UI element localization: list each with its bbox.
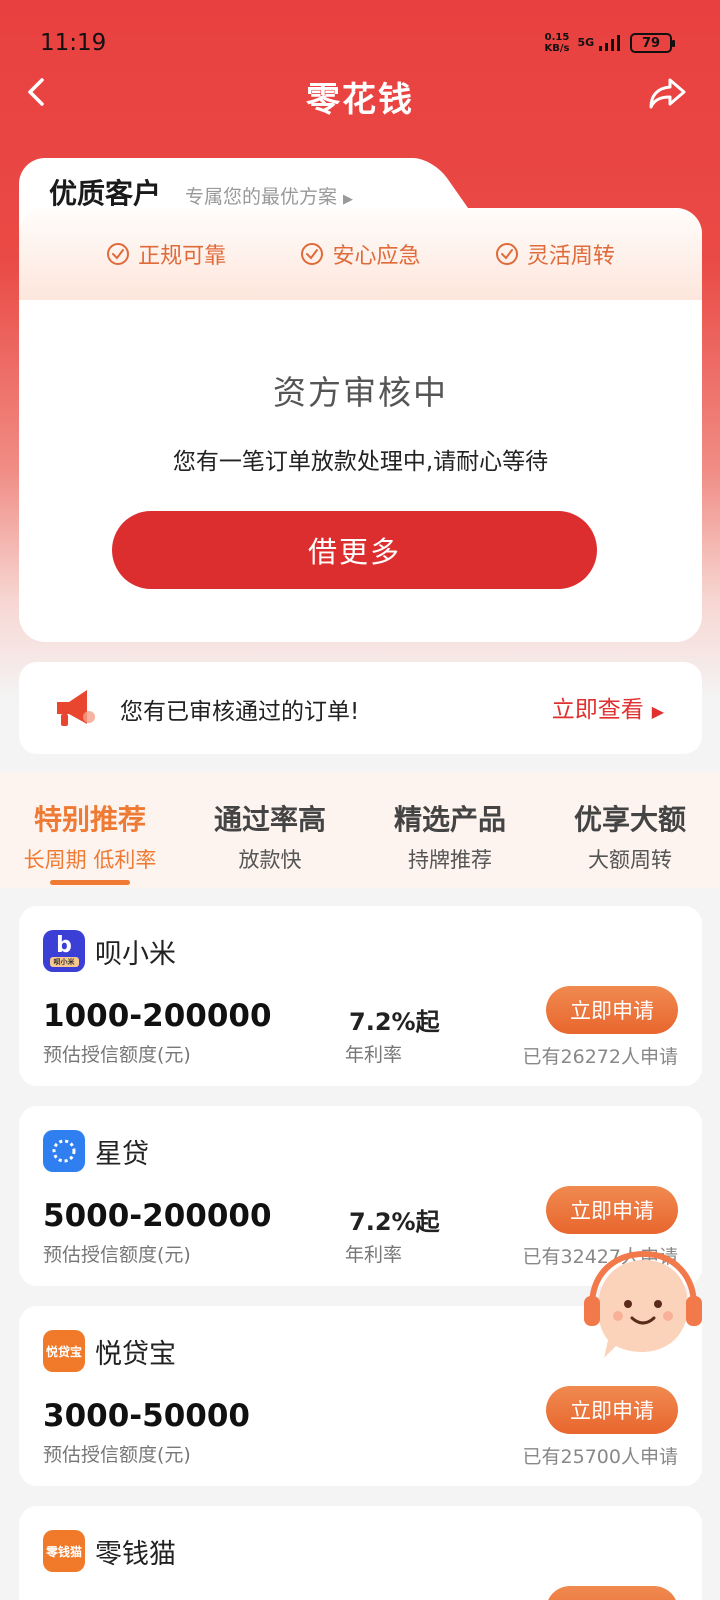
check-circle-icon bbox=[107, 243, 130, 265]
active-tab-indicator bbox=[50, 880, 130, 885]
applicant-count: 已有25700人申请 bbox=[522, 1446, 678, 1468]
lingqianmao-logo-icon: 零钱猫 bbox=[43, 1530, 85, 1572]
status-time: 11:19 bbox=[40, 30, 107, 56]
signal-icon: 5G bbox=[577, 35, 622, 51]
apply-now-button[interactable]: 立即申请 bbox=[546, 1186, 678, 1234]
page-title: 零花钱 bbox=[306, 80, 414, 120]
customer-service-mascot-icon[interactable] bbox=[582, 1248, 702, 1366]
status-indicators: 0.15 KB/s 5G 79 bbox=[544, 32, 675, 54]
product-card[interactable]: b 呗小米 呗小米 1000-200000 预估授信额度(元) 7.2%起 年利… bbox=[19, 906, 702, 1086]
apply-now-button[interactable]: 立即申请 bbox=[546, 1386, 678, 1434]
review-status-title: 资方审核中 bbox=[273, 373, 448, 412]
approved-order-notice[interactable]: 您有已审核通过的订单! 立即查看 ▶ bbox=[19, 662, 702, 754]
product-name: 星贷 bbox=[95, 1139, 149, 1170]
tab-high-pass-rate[interactable]: 通过率高 放款快 bbox=[185, 798, 355, 874]
product-card[interactable]: 零钱猫 零钱猫 bbox=[19, 1506, 702, 1600]
network-speed: 0.15 KB/s bbox=[544, 32, 570, 54]
battery-icon: 79 bbox=[630, 33, 675, 53]
status-card: 优质客户 专属您的最优方案 ▶ 正规可靠 安心应急 灵活周转 资方审核中 您有一笔… bbox=[19, 158, 702, 642]
yuedaibao-logo-icon: 悦贷宝 bbox=[43, 1330, 85, 1372]
annual-rate-label: 年利率 bbox=[345, 1044, 403, 1066]
annual-rate: 7.2%起 bbox=[349, 1008, 440, 1036]
share-icon[interactable] bbox=[648, 76, 688, 110]
badge-subtitle-link[interactable]: 专属您的最优方案 ▶ bbox=[185, 182, 353, 209]
notice-text: 您有已审核通过的订单! bbox=[120, 699, 360, 725]
view-now-link[interactable]: 立即查看 ▶ bbox=[552, 690, 664, 724]
triangle-right-icon: ▶ bbox=[343, 192, 354, 207]
check-circle-icon bbox=[301, 243, 324, 265]
apply-now-button[interactable]: 立即申请 bbox=[546, 986, 678, 1034]
apply-now-button[interactable] bbox=[546, 1586, 678, 1600]
triangle-right-icon: ▶ bbox=[651, 702, 664, 721]
credit-amount: 3000-50000 bbox=[43, 1398, 250, 1434]
borrow-more-button[interactable]: 借更多 bbox=[112, 511, 597, 589]
credit-amount-label: 预估授信额度(元) bbox=[43, 1444, 191, 1466]
credit-amount: 5000-200000 bbox=[43, 1198, 272, 1234]
tab-special-recommend[interactable]: 特别推荐 长周期 低利率 bbox=[5, 798, 175, 874]
tab-selected-products[interactable]: 精选产品 持牌推荐 bbox=[365, 798, 535, 874]
nav-bar: 零花钱 bbox=[0, 62, 720, 122]
annual-rate-label: 年利率 bbox=[345, 1244, 403, 1266]
credit-amount-label: 预估授信额度(元) bbox=[43, 1044, 191, 1066]
tab-large-amount[interactable]: 优享大额 大额周转 bbox=[545, 798, 715, 874]
xingdai-logo-icon bbox=[43, 1130, 85, 1172]
review-status-description: 您有一笔订单放款处理中,请耐心等待 bbox=[172, 449, 549, 475]
credit-amount: 1000-200000 bbox=[43, 998, 272, 1034]
product-name: 呗小米 bbox=[95, 939, 176, 970]
check-circle-icon bbox=[495, 243, 518, 265]
feature-item: 灵活周转 bbox=[495, 238, 615, 270]
badge-title: 优质客户 bbox=[49, 177, 162, 210]
credit-amount-label: 预估授信额度(元) bbox=[43, 1244, 191, 1266]
product-name: 零钱猫 bbox=[95, 1539, 176, 1570]
annual-rate: 7.2%起 bbox=[349, 1208, 440, 1236]
feature-item: 安心应急 bbox=[300, 238, 421, 270]
feature-item: 正规可靠 bbox=[106, 238, 226, 270]
applicant-count: 已有26272人申请 bbox=[522, 1046, 678, 1068]
beixiaomi-logo-icon: b 呗小米 bbox=[43, 930, 85, 972]
product-name: 悦贷宝 bbox=[95, 1339, 176, 1370]
megaphone-icon bbox=[57, 690, 95, 726]
features-list: 正规可靠 安心应急 灵活周转 bbox=[19, 238, 702, 270]
category-tabs: 特别推荐 长周期 低利率 通过率高 放款快 精选产品 持牌推荐 优享大额 大额周… bbox=[0, 772, 720, 888]
